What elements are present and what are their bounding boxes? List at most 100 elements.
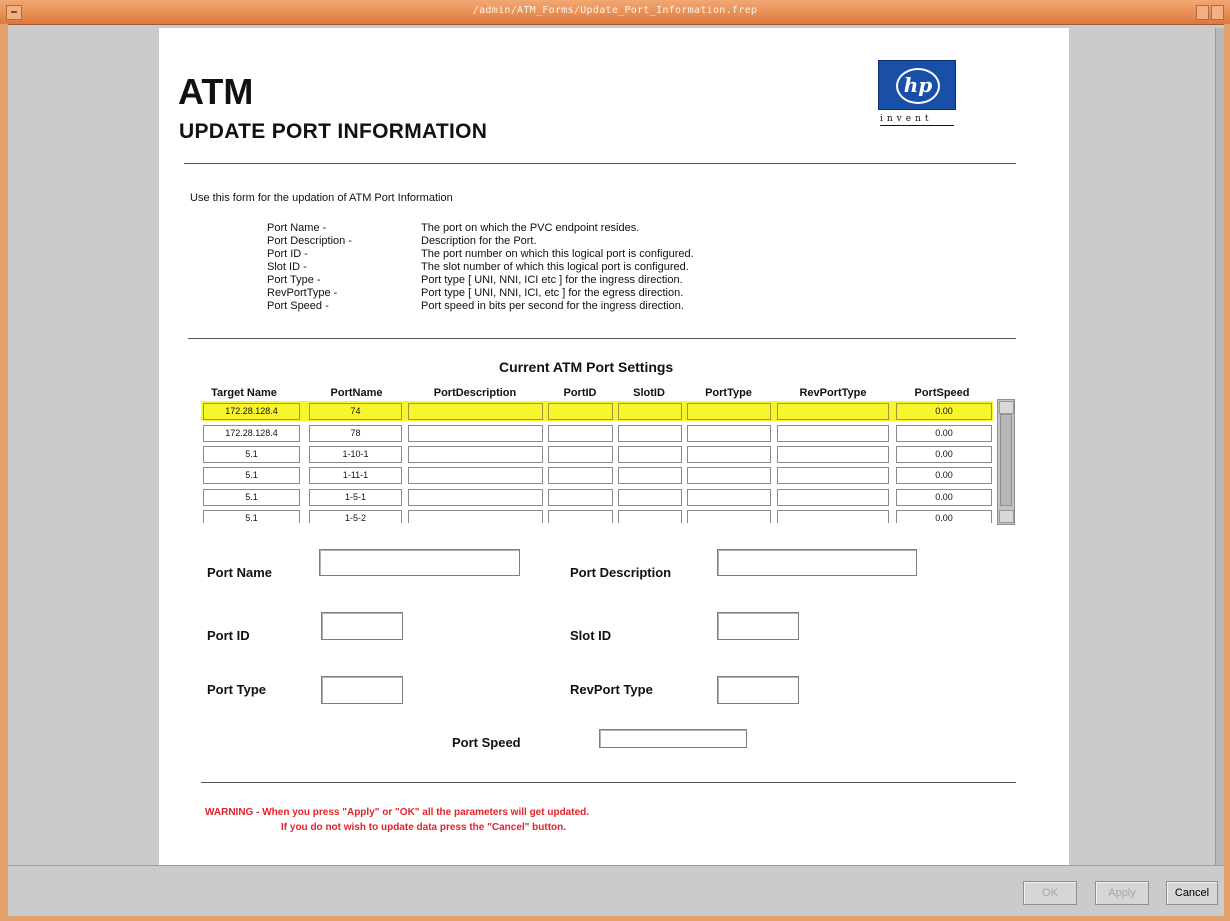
- cell-slot-id[interactable]: [618, 489, 682, 506]
- port-id-label: Port ID: [207, 628, 250, 643]
- right-margin: [1070, 28, 1224, 865]
- cell-port-name[interactable]: 1-5-1: [309, 489, 402, 506]
- window-titlebar[interactable]: /admin/ATM_Forms/Update_Port_Information…: [0, 0, 1230, 25]
- column-header-port-name[interactable]: PortName: [309, 387, 404, 399]
- definition-row: Port Name - The port on which the PVC end…: [267, 222, 787, 235]
- rev-port-type-label: RevPort Type: [570, 682, 653, 697]
- cell-slot-id[interactable]: [618, 403, 682, 420]
- definition-row: Port Type - Port type [ UNI, NNI, ICI etc…: [267, 274, 787, 287]
- scroll-down-arrow-icon[interactable]: [999, 510, 1014, 523]
- cell-target-name[interactable]: 5.1: [203, 467, 300, 484]
- cell-target-name[interactable]: 5.1: [203, 510, 300, 523]
- cell-port-name[interactable]: 1-5-2: [309, 510, 402, 523]
- cell-port-type[interactable]: [687, 489, 771, 506]
- table-row[interactable]: 5.1 1-5-1 0.00: [201, 487, 993, 507]
- window-title: /admin/ATM_Forms/Update_Port_Information…: [472, 5, 758, 16]
- table-row[interactable]: 5.1 1-11-1 0.00: [201, 465, 993, 485]
- cell-target-name[interactable]: 5.1: [203, 489, 300, 506]
- cell-port-id[interactable]: [548, 425, 613, 442]
- table-row[interactable]: 5.1 1-10-1 0.00: [201, 444, 993, 464]
- cell-port-name[interactable]: 74: [309, 403, 402, 420]
- ok-button[interactable]: OK: [1023, 881, 1077, 905]
- cell-rev-port-type[interactable]: [777, 425, 889, 442]
- apply-button[interactable]: Apply: [1095, 881, 1149, 905]
- definition-row: Port Description - Description for the Po…: [267, 235, 787, 248]
- column-header-target-name[interactable]: Target Name: [201, 387, 287, 399]
- cell-port-name[interactable]: 78: [309, 425, 402, 442]
- cell-slot-id[interactable]: [618, 467, 682, 484]
- app-heading: ATM: [178, 71, 254, 112]
- cell-port-name[interactable]: 1-11-1: [309, 467, 402, 484]
- column-header-port-id[interactable]: PortID: [547, 387, 613, 399]
- cell-port-id[interactable]: [548, 510, 613, 523]
- cell-port-description[interactable]: [408, 403, 543, 420]
- column-header-port-type[interactable]: PortType: [686, 387, 771, 399]
- port-type-input[interactable]: [321, 676, 403, 704]
- cancel-button[interactable]: Cancel: [1166, 881, 1218, 905]
- cell-port-type[interactable]: [687, 467, 771, 484]
- warning-line-1: WARNING - When you press "Apply" or "OK"…: [205, 807, 590, 818]
- cell-port-type[interactable]: [687, 446, 771, 463]
- cell-port-speed[interactable]: 0.00: [896, 510, 992, 523]
- rev-port-type-input[interactable]: [717, 676, 799, 704]
- intro-text: Use this form for the updation of ATM Po…: [190, 192, 453, 204]
- table-scrollbar[interactable]: [997, 399, 1015, 525]
- column-header-port-speed[interactable]: PortSpeed: [895, 387, 989, 399]
- cell-rev-port-type[interactable]: [777, 489, 889, 506]
- cell-rev-port-type[interactable]: [777, 403, 889, 420]
- cell-port-speed[interactable]: 0.00: [896, 425, 992, 442]
- hp-logo-tagline: invent: [880, 114, 954, 126]
- warning-line-2: If you do not wish to update data press …: [281, 822, 567, 833]
- slot-id-label: Slot ID: [570, 628, 612, 643]
- page-scrollbar[interactable]: [1215, 28, 1224, 865]
- maximize-icon[interactable]: [1211, 5, 1224, 20]
- cell-port-id[interactable]: [548, 489, 613, 506]
- column-header-rev-port-type[interactable]: RevPortType: [776, 387, 890, 399]
- cell-port-speed[interactable]: 0.00: [896, 403, 992, 420]
- cell-slot-id[interactable]: [618, 446, 682, 463]
- cell-port-description[interactable]: [408, 446, 543, 463]
- cell-rev-port-type[interactable]: [777, 467, 889, 484]
- cell-slot-id[interactable]: [618, 510, 682, 523]
- table-row[interactable]: 172.28.128.4 78 0.00: [201, 423, 993, 443]
- cell-port-description[interactable]: [408, 489, 543, 506]
- cell-port-id[interactable]: [548, 467, 613, 484]
- cell-port-description[interactable]: [408, 425, 543, 442]
- column-header-port-description[interactable]: PortDescription: [407, 387, 543, 399]
- cell-port-type[interactable]: [687, 510, 771, 523]
- cell-port-description[interactable]: [408, 467, 543, 484]
- cell-rev-port-type[interactable]: [777, 446, 889, 463]
- definition-term: Slot ID -: [267, 261, 307, 273]
- cell-port-id[interactable]: [548, 446, 613, 463]
- cell-port-speed[interactable]: 0.00: [896, 489, 992, 506]
- divider-top: [184, 163, 1016, 164]
- definition-desc: Description for the Port.: [421, 235, 537, 247]
- cell-target-name[interactable]: 172.28.128.4: [203, 403, 300, 420]
- port-id-input[interactable]: [321, 612, 403, 640]
- slot-id-input[interactable]: [717, 612, 799, 640]
- hp-logo-mark: hp: [896, 68, 940, 104]
- cell-port-description[interactable]: [408, 510, 543, 523]
- table-row[interactable]: 5.1 1-5-2 0.00: [201, 508, 993, 523]
- definition-row: RevPortType - Port type [ UNI, NNI, ICI, …: [267, 287, 787, 300]
- cell-port-speed[interactable]: 0.00: [896, 467, 992, 484]
- cell-target-name[interactable]: 172.28.128.4: [203, 425, 300, 442]
- port-speed-input[interactable]: [599, 729, 747, 748]
- scroll-up-arrow-icon[interactable]: [999, 401, 1014, 414]
- definition-term: Port ID -: [267, 248, 308, 260]
- cell-target-name[interactable]: 5.1: [203, 446, 300, 463]
- cell-slot-id[interactable]: [618, 425, 682, 442]
- cell-port-type[interactable]: [687, 403, 771, 420]
- cell-port-speed[interactable]: 0.00: [896, 446, 992, 463]
- table-row[interactable]: 172.28.128.4 74 0.00: [201, 401, 993, 421]
- definition-desc: The slot number of which this logical po…: [421, 261, 689, 273]
- column-header-slot-id[interactable]: SlotID: [617, 387, 681, 399]
- minimize-icon[interactable]: [1196, 5, 1209, 20]
- port-description-input[interactable]: [717, 549, 917, 576]
- cell-rev-port-type[interactable]: [777, 510, 889, 523]
- scrollbar-thumb[interactable]: [1000, 414, 1012, 506]
- cell-port-name[interactable]: 1-10-1: [309, 446, 402, 463]
- cell-port-type[interactable]: [687, 425, 771, 442]
- port-name-input[interactable]: [319, 549, 520, 576]
- cell-port-id[interactable]: [548, 403, 613, 420]
